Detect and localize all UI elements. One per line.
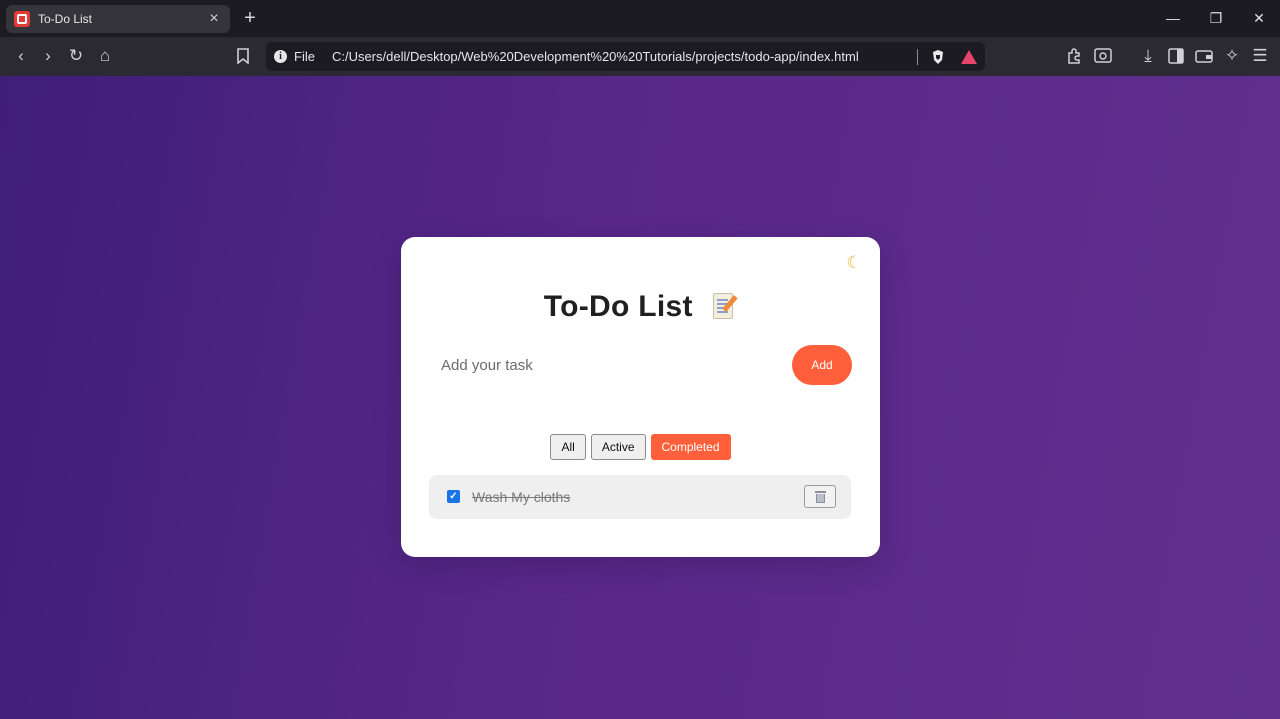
menu-icon[interactable]: ☰	[1249, 45, 1271, 67]
sidebar-icon[interactable]	[1165, 45, 1187, 67]
tab-title: To-Do List	[38, 12, 93, 26]
new-tab-button[interactable]: +	[240, 8, 260, 28]
task-checkbox[interactable]: ✓	[447, 490, 460, 503]
moon-icon[interactable]: ☾	[844, 253, 864, 273]
todo-card: ☾ To-Do List Add All Active Completed ✓ …	[401, 237, 880, 557]
bookmark-icon[interactable]	[232, 45, 254, 67]
forward-icon[interactable]: ›	[37, 45, 59, 67]
brave-shields-icon[interactable]	[930, 49, 946, 65]
wallet-icon[interactable]	[1193, 45, 1215, 67]
reload-icon[interactable]: ↻	[65, 45, 87, 67]
filter-group: All Active Completed	[401, 434, 880, 460]
add-task-row: Add	[429, 345, 852, 385]
task-item: ✓ Wash My cloths	[429, 475, 851, 519]
home-icon[interactable]: ⌂	[94, 45, 116, 67]
filter-active-button[interactable]: Active	[590, 434, 646, 460]
filter-completed-button[interactable]: Completed	[650, 434, 731, 460]
page-search-icon[interactable]	[1092, 45, 1114, 67]
extensions-icon[interactable]	[1064, 45, 1086, 67]
url-divider	[917, 48, 918, 65]
browser-tab[interactable]: To-Do List ×	[6, 5, 230, 33]
maximize-button[interactable]: ❐	[1204, 8, 1228, 28]
url-scheme: File	[294, 49, 315, 64]
filter-all-button[interactable]: All	[550, 434, 586, 460]
back-icon[interactable]: ‹	[10, 45, 32, 67]
info-icon[interactable]: i	[274, 50, 287, 63]
memo-icon	[711, 291, 738, 321]
tab-bar: To-Do List × + — ❐ ✕	[0, 0, 1280, 37]
page-background: ☾ To-Do List Add All Active Completed ✓ …	[0, 76, 1280, 719]
minimize-button[interactable]: —	[1161, 8, 1185, 28]
close-window-button[interactable]: ✕	[1247, 8, 1271, 28]
title-row: To-Do List	[401, 290, 880, 324]
brave-rewards-icon[interactable]	[961, 49, 977, 64]
page-title: To-Do List	[543, 290, 693, 323]
trash-icon	[815, 491, 826, 503]
url-text[interactable]: C:/Users/dell/Desktop/Web%20Development%…	[332, 49, 907, 64]
leo-ai-icon[interactable]: ✧	[1221, 45, 1243, 67]
download-icon[interactable]: ⤓	[1137, 45, 1159, 67]
add-button[interactable]: Add	[792, 345, 852, 385]
delete-task-button[interactable]	[804, 485, 836, 508]
tab-close-icon[interactable]: ×	[206, 11, 222, 27]
task-label: Wash My cloths	[472, 489, 571, 505]
todo-favicon-icon	[14, 11, 30, 27]
task-input[interactable]	[429, 345, 779, 385]
address-bar[interactable]: i File C:/Users/dell/Desktop/Web%20Devel…	[266, 42, 985, 71]
browser-toolbar: ‹ › ↻ ⌂ i File C:/Users/dell/Desktop/Web…	[0, 37, 1280, 76]
